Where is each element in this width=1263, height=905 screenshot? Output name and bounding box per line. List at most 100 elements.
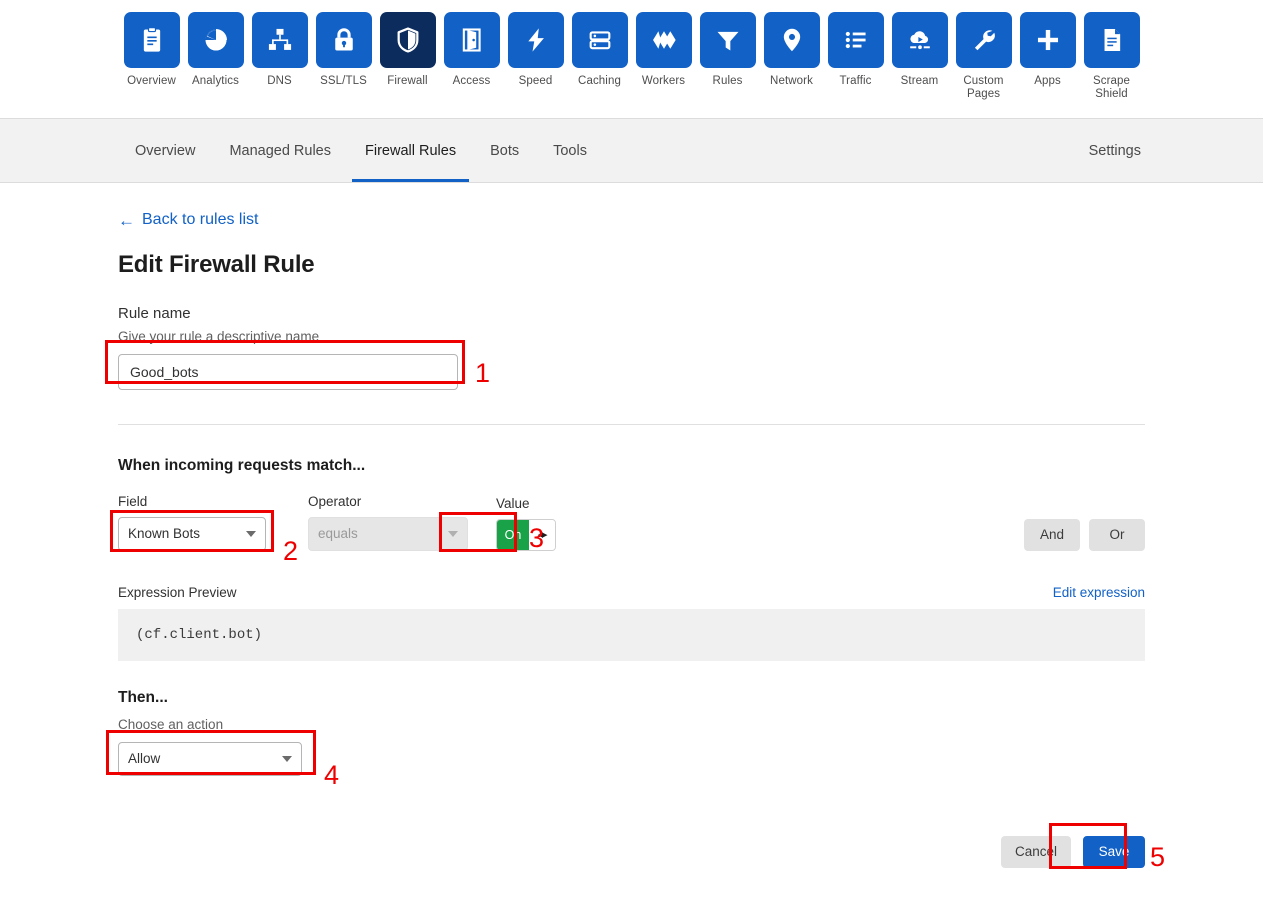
app-tile-scrape-shield[interactable]: Scrape Shield <box>1080 12 1144 101</box>
app-tile-analytics[interactable]: Analytics <box>184 12 248 88</box>
action-select-value: Allow <box>128 751 161 766</box>
cancel-button[interactable]: Cancel <box>1000 835 1071 868</box>
field-select[interactable]: Known Bots <box>118 516 266 551</box>
toggle-on-label: On <box>497 519 529 550</box>
app-tile-bg <box>315 12 372 68</box>
app-tile-network[interactable]: Network <box>760 12 824 88</box>
main-content: ← Back to rules list Edit Firewall Rule … <box>0 183 1263 870</box>
value-column: Value On ◂▸ <box>496 496 556 551</box>
app-tile-bg <box>443 12 500 68</box>
app-tile-bg <box>571 12 628 68</box>
edit-expression-link[interactable]: Edit expression <box>1053 585 1145 600</box>
app-tile-workers[interactable]: Workers <box>632 12 696 88</box>
app-tile-label: Rules <box>712 75 743 87</box>
tab-label: Overview <box>135 142 196 159</box>
list-icon <box>845 31 866 49</box>
app-tile-bg <box>379 12 436 68</box>
pie-chart-icon <box>204 29 227 51</box>
app-tile-label: Apps <box>1034 75 1061 87</box>
server-stack-icon <box>589 31 610 50</box>
app-tile-label: Overview <box>127 75 176 87</box>
or-button[interactable]: Or <box>1089 518 1145 551</box>
page-title: Edit Firewall Rule <box>118 250 315 278</box>
chevrons-icon <box>652 31 676 49</box>
app-tile-traffic[interactable]: Traffic <box>824 12 888 88</box>
app-tile-bg <box>251 12 308 68</box>
app-tile-bg <box>955 12 1012 68</box>
annotation-number-1: 1 <box>475 357 491 388</box>
rule-name-input[interactable] <box>118 353 458 390</box>
annotation-number-2: 2 <box>283 535 299 566</box>
map-pin-icon <box>783 28 800 52</box>
app-tile-access[interactable]: Access <box>440 12 504 88</box>
save-button[interactable]: Save <box>1083 835 1145 868</box>
tab-label: Bots <box>490 142 520 159</box>
app-tile-label: Scrape Shield <box>1092 75 1131 100</box>
chevron-down-icon <box>448 530 458 537</box>
app-tile-ssl-tls[interactable]: SSL/TLS <box>312 12 376 88</box>
app-tile-caching[interactable]: Caching <box>568 12 632 88</box>
settings-link[interactable]: Settings <box>1085 143 1145 159</box>
secondary-nav-right: Settings <box>1085 119 1145 182</box>
condition-row: Field Known Bots Operator equals Value O… <box>110 493 1145 564</box>
value-label: Value <box>496 495 530 511</box>
action-select[interactable]: Allow <box>118 741 302 776</box>
app-tile-bg <box>763 12 820 68</box>
left-arrow-icon: ← <box>118 210 135 230</box>
app-tile-label: Workers <box>641 75 686 87</box>
secondary-nav: Overview Managed Rules Firewall Rules Bo… <box>0 118 1263 183</box>
expression-preview-header: Expression Preview Edit expression <box>118 585 1145 600</box>
app-tile-bg <box>1083 12 1140 68</box>
expression-preview-label: Expression Preview <box>118 584 237 600</box>
app-icon-rail: Overview Analytics DNS SSL/TLS Firewall … <box>0 0 1263 118</box>
app-tile-bg <box>507 12 564 68</box>
app-tile-rules[interactable]: Rules <box>696 12 760 88</box>
app-tile-label: Custom Pages <box>963 75 1004 100</box>
chevron-down-icon <box>246 530 256 537</box>
tab-tools[interactable]: Tools <box>536 119 604 182</box>
value-toggle[interactable]: On ◂▸ <box>496 518 556 551</box>
app-tile-label: Firewall <box>387 75 428 87</box>
rule-name-row: 1 <box>105 339 1145 390</box>
app-tile-label: Analytics <box>192 75 239 87</box>
tab-firewall-rules[interactable]: Firewall Rules <box>348 119 473 182</box>
chevron-down-icon <box>282 755 292 762</box>
tab-label: Tools <box>553 142 587 159</box>
operator-select: equals <box>308 516 468 551</box>
app-tile-apps[interactable]: Apps <box>1016 12 1080 88</box>
toggle-knob[interactable]: ◂▸ <box>529 519 555 550</box>
expression-text: (cf.client.bot) <box>136 626 263 643</box>
app-tile-label: Traffic <box>839 75 872 87</box>
rule-name-label: Rule name <box>118 304 191 322</box>
tab-bots[interactable]: Bots <box>473 119 536 182</box>
and-button[interactable]: And <box>1024 518 1080 551</box>
app-tile-bg <box>123 12 180 68</box>
app-tile-dns[interactable]: DNS <box>248 12 312 88</box>
back-to-rules-list-link[interactable]: ← Back to rules list <box>118 211 258 229</box>
tab-overview[interactable]: Overview <box>118 119 212 182</box>
app-tile-label: SSL/TLS <box>320 75 367 87</box>
app-tile-label: Access <box>452 75 491 87</box>
app-tile-firewall[interactable]: Firewall <box>376 12 440 88</box>
app-tile-stream[interactable]: Stream <box>888 12 952 88</box>
tab-label: Firewall Rules <box>365 142 457 159</box>
app-tile-label: Network <box>770 75 813 87</box>
expression-preview-box: (cf.client.bot) <box>118 608 1145 661</box>
app-tile-label: DNS <box>267 75 292 87</box>
and-or-button-group: And Or <box>1024 518 1145 551</box>
cloud-play-icon <box>909 31 930 50</box>
door-icon <box>462 28 481 52</box>
app-tile-overview[interactable]: Overview <box>120 12 184 88</box>
choose-action-hint: Choose an action <box>118 716 224 732</box>
operator-label: Operator <box>308 493 362 509</box>
app-tile-bg <box>699 12 756 68</box>
lock-icon <box>334 28 353 51</box>
app-tile-bg <box>827 12 884 68</box>
footer-actions: Cancel Save 5 <box>118 822 1165 870</box>
app-tile-custom-pages[interactable]: Custom Pages <box>952 12 1016 101</box>
wrench-icon <box>974 30 995 51</box>
app-tile-speed[interactable]: Speed <box>504 12 568 88</box>
tab-managed-rules[interactable]: Managed Rules <box>212 119 348 182</box>
clipboard-icon <box>143 27 160 52</box>
document-icon <box>1104 29 1120 51</box>
